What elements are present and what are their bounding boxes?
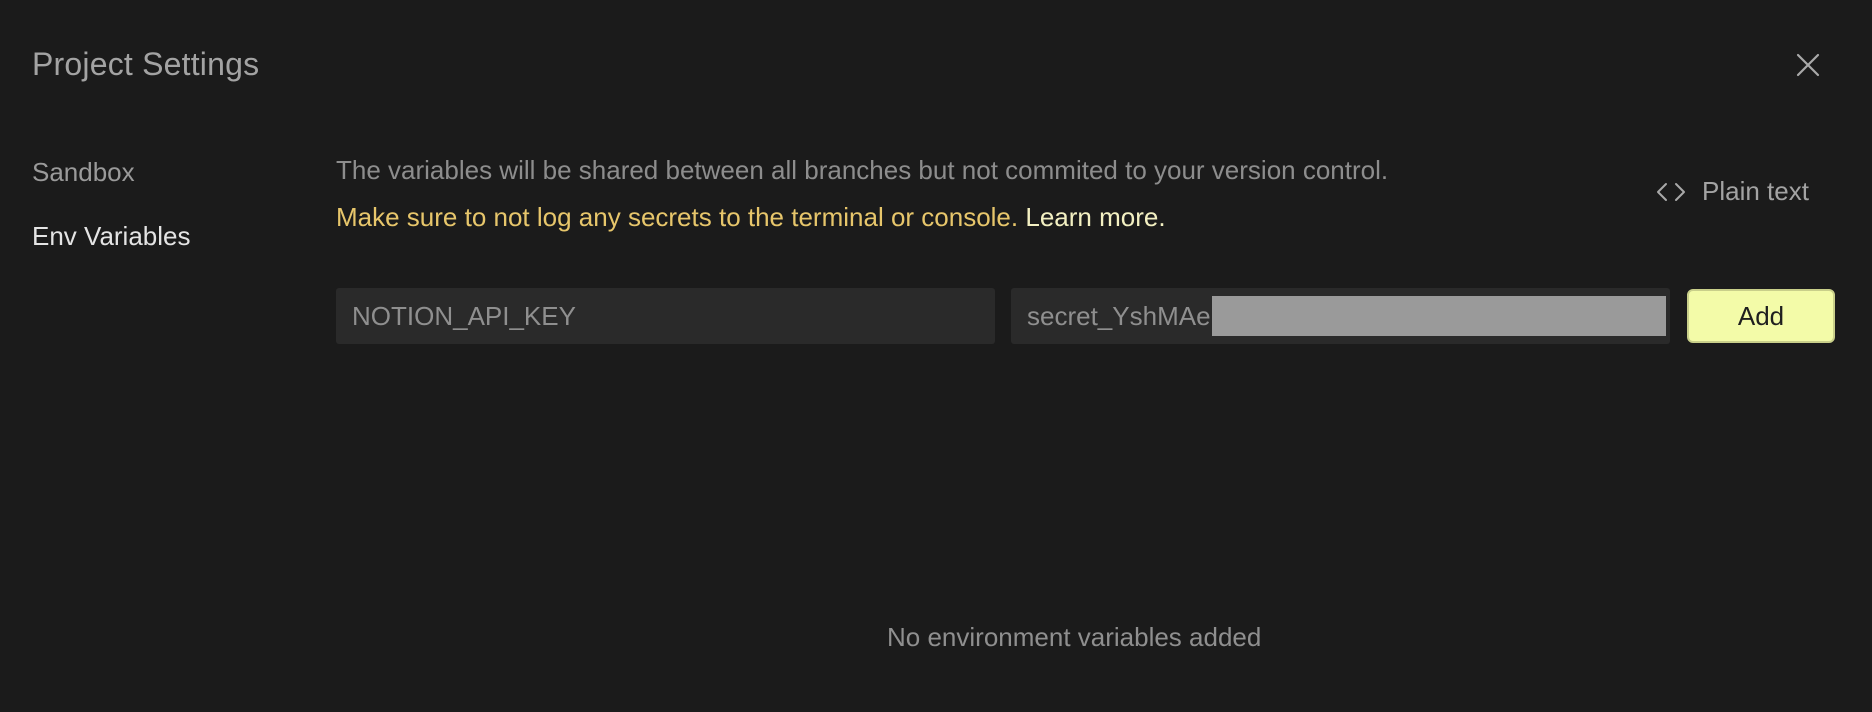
close-icon: [1796, 53, 1820, 77]
settings-sidebar: Sandbox Env Variables: [32, 154, 191, 282]
env-value-text: secret_YshMAe: [1027, 300, 1211, 331]
sidebar-item-env-variables[interactable]: Env Variables: [32, 218, 191, 254]
add-button[interactable]: Add: [1687, 289, 1835, 343]
sidebar-item-sandbox[interactable]: Sandbox: [32, 154, 191, 190]
env-key-input[interactable]: NOTION_API_KEY: [336, 288, 995, 344]
plain-text-toggle[interactable]: Plain text: [1656, 176, 1809, 207]
plain-text-label: Plain text: [1702, 176, 1809, 206]
project-settings-modal: Project Settings Sandbox Env Variables T…: [0, 0, 1872, 712]
env-value-input[interactable]: secret_YshMAe: [1011, 288, 1670, 344]
env-key-value: NOTION_API_KEY: [352, 300, 576, 331]
empty-state-text: No environment variables added: [887, 622, 1262, 652]
close-button[interactable]: [1794, 51, 1822, 79]
code-brackets-icon: [1657, 182, 1685, 201]
warning-text: Make sure to not log any secrets to the …: [336, 202, 1019, 232]
learn-more-link[interactable]: Learn more.: [1025, 202, 1165, 232]
env-description: The variables will be shared between all…: [336, 155, 1389, 185]
secrets-warning: Make sure to not log any secrets to the …: [336, 200, 1166, 234]
modal-title: Project Settings: [32, 46, 260, 82]
redacted-block: [1212, 296, 1666, 336]
